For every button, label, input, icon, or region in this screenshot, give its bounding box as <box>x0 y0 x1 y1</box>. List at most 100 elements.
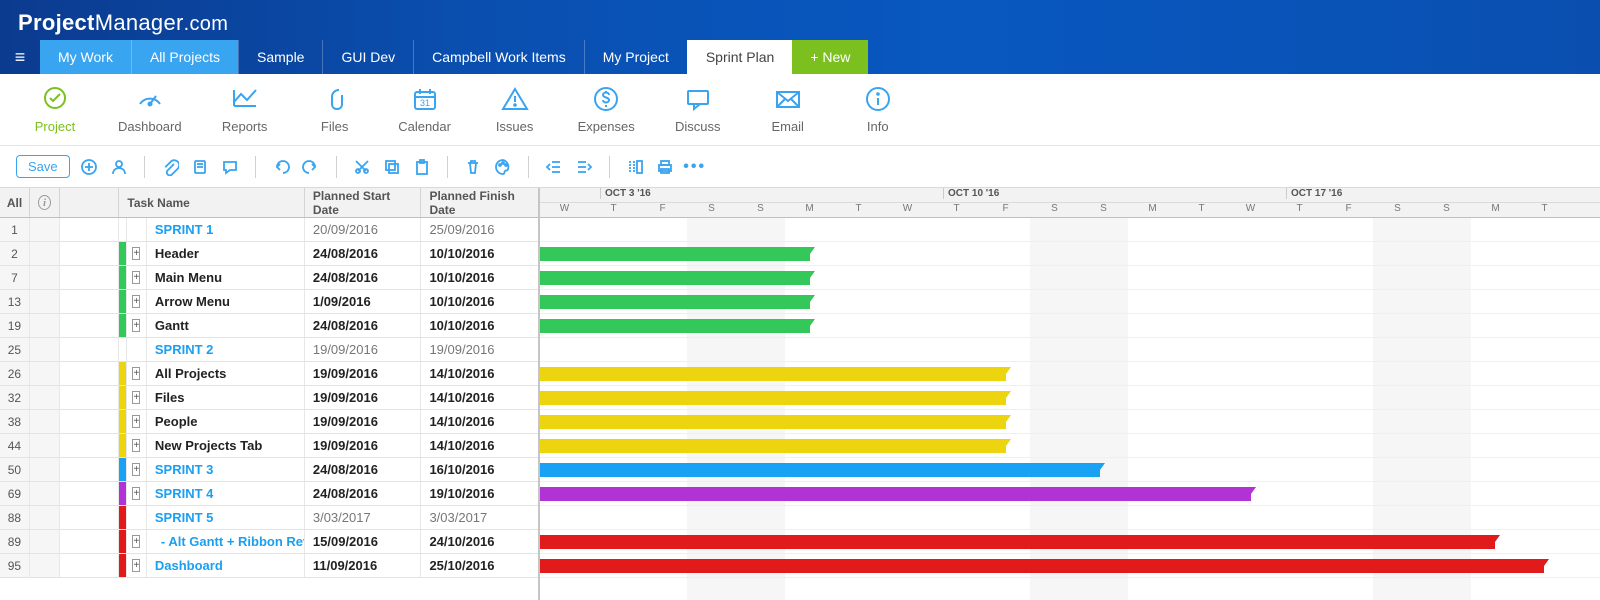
task-name[interactable]: Arrow Menu <box>147 290 305 313</box>
project-tab[interactable]: Sample <box>238 40 322 74</box>
task-name[interactable]: SPRINT 1 <box>147 218 305 241</box>
gantt-bar[interactable] <box>540 487 1251 501</box>
task-name[interactable]: All Projects <box>147 362 305 385</box>
start-date[interactable]: 19/09/2016 <box>305 362 422 385</box>
task-row[interactable]: 25SPRINT 219/09/201619/09/2016 <box>0 338 538 362</box>
outdent-icon[interactable] <box>543 156 565 178</box>
cut-icon[interactable] <box>351 156 373 178</box>
project-tab[interactable]: Sprint Plan <box>687 40 792 74</box>
attach-icon[interactable] <box>159 156 181 178</box>
gantt-bar[interactable] <box>540 535 1495 549</box>
finish-date[interactable]: 10/10/2016 <box>421 290 538 313</box>
start-date[interactable]: 15/09/2016 <box>305 530 422 553</box>
expand-toggle[interactable]: + <box>127 314 147 337</box>
redo-icon[interactable] <box>300 156 322 178</box>
task-name[interactable]: Gantt <box>147 314 305 337</box>
finish-date[interactable]: 10/10/2016 <box>421 242 538 265</box>
start-date[interactable]: 24/08/2016 <box>305 458 422 481</box>
finish-date[interactable]: 24/10/2016 <box>421 530 538 553</box>
task-row[interactable]: 50+SPRINT 324/08/201616/10/2016 <box>0 458 538 482</box>
finish-date[interactable]: 10/10/2016 <box>421 266 538 289</box>
task-row[interactable]: 13+Arrow Menu1/09/201610/10/2016 <box>0 290 538 314</box>
finish-date[interactable]: 25/09/2016 <box>421 218 538 241</box>
gantt-bar[interactable] <box>540 295 810 309</box>
expand-toggle[interactable]: + <box>127 458 147 481</box>
nav-files[interactable]: Files <box>308 85 362 134</box>
task-row[interactable]: 32+Files19/09/201614/10/2016 <box>0 386 538 410</box>
gantt-bar[interactable] <box>540 463 1100 477</box>
gantt-bar[interactable] <box>540 439 1006 453</box>
task-name[interactable]: People <box>147 410 305 433</box>
start-date[interactable]: 3/03/2017 <box>305 506 422 529</box>
task-row[interactable]: 38+People19/09/201614/10/2016 <box>0 410 538 434</box>
task-name[interactable]: SPRINT 5 <box>147 506 305 529</box>
start-date[interactable]: 19/09/2016 <box>305 386 422 409</box>
finish-date[interactable]: 25/10/2016 <box>421 554 538 577</box>
gantt-bar[interactable] <box>540 415 1006 429</box>
header-info[interactable]: i <box>30 188 60 217</box>
new-tab-button[interactable]: + New <box>792 40 868 74</box>
menu-icon[interactable]: ≡ <box>0 40 40 74</box>
nav-discuss[interactable]: Discuss <box>671 85 725 134</box>
task-row[interactable]: 7+Main Menu24/08/201610/10/2016 <box>0 266 538 290</box>
start-date[interactable]: 20/09/2016 <box>305 218 422 241</box>
task-row[interactable]: 2+Header24/08/201610/10/2016 <box>0 242 538 266</box>
indent-icon[interactable] <box>573 156 595 178</box>
expand-toggle[interactable]: + <box>127 554 147 577</box>
expand-toggle[interactable]: + <box>127 434 147 457</box>
task-row[interactable]: 19+Gantt24/08/201610/10/2016 <box>0 314 538 338</box>
expand-toggle[interactable]: + <box>127 530 147 553</box>
nav-dashboard[interactable]: Dashboard <box>118 85 182 134</box>
project-tab[interactable]: My Project <box>584 40 687 74</box>
task-name[interactable]: Header <box>147 242 305 265</box>
task-row[interactable]: 1SPRINT 120/09/201625/09/2016 <box>0 218 538 242</box>
add-icon[interactable] <box>78 156 100 178</box>
undo-icon[interactable] <box>270 156 292 178</box>
finish-date[interactable]: 10/10/2016 <box>421 314 538 337</box>
nav-issues[interactable]: Issues <box>488 85 542 134</box>
delete-icon[interactable] <box>462 156 484 178</box>
header-finish-date[interactable]: Planned Finish Date <box>421 188 538 217</box>
header-task-name[interactable]: Task Name <box>119 188 305 217</box>
header-all[interactable]: All <box>0 188 30 217</box>
project-tab[interactable]: Campbell Work Items <box>413 40 584 74</box>
note-icon[interactable] <box>189 156 211 178</box>
task-name[interactable]: Main Menu <box>147 266 305 289</box>
project-tab[interactable]: GUI Dev <box>322 40 413 74</box>
finish-date[interactable]: 14/10/2016 <box>421 434 538 457</box>
expand-toggle[interactable]: + <box>127 290 147 313</box>
task-row[interactable]: 89+- Alt Gantt + Ribbon Revisio15/09/201… <box>0 530 538 554</box>
timeline-body[interactable] <box>540 218 1600 600</box>
task-name[interactable]: SPRINT 2 <box>147 338 305 361</box>
start-date[interactable]: 24/08/2016 <box>305 266 422 289</box>
task-name[interactable]: - Alt Gantt + Ribbon Revisio <box>147 530 305 553</box>
start-date[interactable]: 1/09/2016 <box>305 290 422 313</box>
save-button[interactable]: Save <box>16 155 70 178</box>
nav-project[interactable]: Project <box>28 85 82 134</box>
nav-email[interactable]: Email <box>761 85 815 134</box>
expand-toggle[interactable]: + <box>127 362 147 385</box>
finish-date[interactable]: 19/09/2016 <box>421 338 538 361</box>
gantt-bar[interactable] <box>540 319 810 333</box>
task-name[interactable]: SPRINT 4 <box>147 482 305 505</box>
person-icon[interactable] <box>108 156 130 178</box>
expand-toggle[interactable]: + <box>127 410 147 433</box>
gantt-bar[interactable] <box>540 559 1544 573</box>
task-name[interactable]: SPRINT 3 <box>147 458 305 481</box>
start-date[interactable]: 19/09/2016 <box>305 410 422 433</box>
palette-icon[interactable] <box>492 156 514 178</box>
gantt-bar[interactable] <box>540 271 810 285</box>
comment-icon[interactable] <box>219 156 241 178</box>
gantt-bar[interactable] <box>540 391 1006 405</box>
nav-reports[interactable]: Reports <box>218 85 272 134</box>
start-date[interactable]: 24/08/2016 <box>305 482 422 505</box>
expand-toggle[interactable]: + <box>127 266 147 289</box>
finish-date[interactable]: 14/10/2016 <box>421 386 538 409</box>
finish-date[interactable]: 14/10/2016 <box>421 410 538 433</box>
finish-date[interactable]: 3/03/2017 <box>421 506 538 529</box>
task-name[interactable]: New Projects Tab <box>147 434 305 457</box>
start-date[interactable]: 19/09/2016 <box>305 338 422 361</box>
start-date[interactable]: 24/08/2016 <box>305 314 422 337</box>
gantt-bar[interactable] <box>540 247 810 261</box>
task-row[interactable]: 88SPRINT 53/03/20173/03/2017 <box>0 506 538 530</box>
